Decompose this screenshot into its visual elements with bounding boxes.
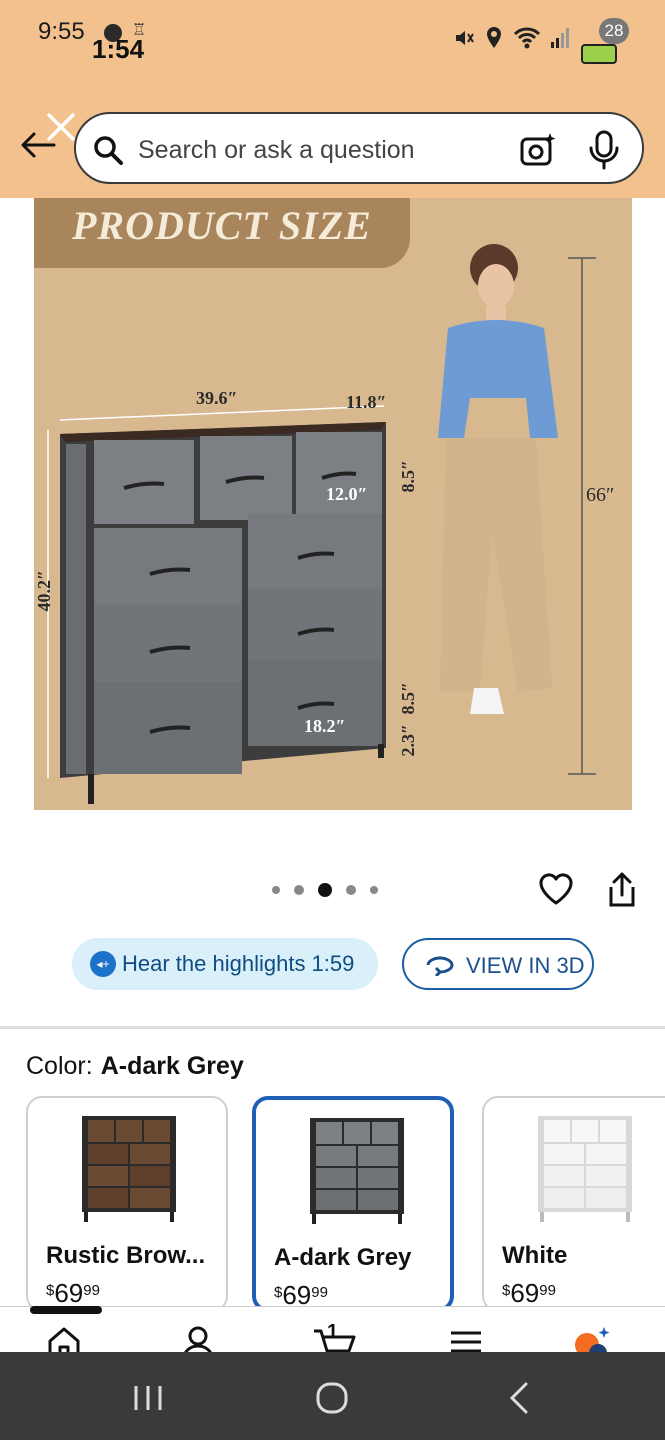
- close-icon[interactable]: [44, 110, 78, 144]
- color-selector-label: Color: A-dark Grey: [26, 1052, 244, 1081]
- overlay-clock: 1:54: [92, 34, 145, 64]
- section-divider: [0, 1026, 665, 1029]
- carousel-dot[interactable]: [294, 885, 304, 895]
- price-fraction: 99: [539, 1282, 556, 1299]
- view-in-3d-button[interactable]: VIEW IN 3D: [402, 938, 594, 990]
- price-whole: 69: [510, 1278, 540, 1308]
- carousel-dot[interactable]: [370, 886, 378, 894]
- color-option-name: Rustic Brow...: [46, 1242, 206, 1269]
- dim-large-drawer-width: 18.2″: [304, 716, 346, 736]
- camera-search-icon[interactable]: [520, 132, 556, 168]
- battery-body: [581, 44, 617, 64]
- price-currency: $: [274, 1284, 283, 1301]
- carousel-dot[interactable]: [346, 885, 356, 895]
- color-option-white[interactable]: White $6999: [482, 1096, 665, 1312]
- price-currency: $: [46, 1282, 55, 1299]
- system-nav-bar: [0, 1352, 665, 1440]
- search-input[interactable]: Search or ask a question: [74, 112, 644, 184]
- color-option-dark-grey[interactable]: A-dark Grey $6999: [252, 1096, 454, 1312]
- search-placeholder: Search or ask a question: [138, 136, 415, 164]
- cart-count: 1: [327, 1321, 339, 1343]
- color-option-price: $6999: [46, 1278, 100, 1309]
- signal-icon: [551, 28, 569, 48]
- hear-highlights-label: Hear the highlights 1:59: [122, 951, 355, 976]
- hear-highlights-button[interactable]: ◂+ Hear the highlights 1:59: [72, 938, 378, 990]
- color-option-name: White: [502, 1242, 568, 1269]
- color-selected-value: A-dark Grey: [100, 1052, 244, 1080]
- battery-icon: 28: [581, 18, 629, 64]
- price-currency: $: [502, 1282, 511, 1299]
- header-band: 9:55 ♖ 1:54 28 Search or ask a question: [0, 0, 665, 198]
- price-fraction: 99: [83, 1282, 100, 1299]
- heart-icon[interactable]: [538, 872, 574, 906]
- price-whole: 69: [54, 1278, 84, 1308]
- dresser-thumbnail: [538, 1116, 632, 1222]
- dim-small-drawer-width: 12.0″: [326, 484, 368, 504]
- microphone-icon[interactable]: [588, 130, 620, 170]
- color-option-rustic-brown[interactable]: Rustic Brow... $6999: [26, 1096, 228, 1312]
- mute-icon: [456, 31, 474, 45]
- price-fraction: 99: [311, 1284, 328, 1301]
- dim-person-height: 66″: [586, 484, 615, 506]
- app-screen: 9:55 ♖ 1:54 28 Search or ask a question: [0, 0, 665, 1440]
- dresser-thumbnail: [82, 1116, 176, 1222]
- audio-icon: ◂+: [90, 951, 116, 977]
- rotate-3d-icon: [426, 956, 454, 976]
- dim-width: 39.6″: [196, 388, 238, 408]
- home-button-icon[interactable]: [310, 1380, 354, 1416]
- recent-apps-icon[interactable]: [126, 1380, 170, 1416]
- color-option-price: $6999: [502, 1278, 556, 1309]
- carousel-dot[interactable]: [272, 886, 280, 894]
- carousel-dots[interactable]: [272, 883, 378, 897]
- dim-small-drawer-height: 8.5″: [398, 460, 418, 493]
- view-in-3d-label: VIEW IN 3D: [466, 953, 585, 978]
- status-icons: 28: [453, 18, 629, 64]
- product-image[interactable]: PRODUCT SIZE 39.6″ 11.8″ 40.2″ 12.0″ 8.5…: [34, 198, 632, 810]
- dim-height: 40.2″: [34, 570, 54, 612]
- color-label-text: Color:: [26, 1052, 93, 1080]
- carousel-dot-active[interactable]: [318, 883, 332, 897]
- dim-leg-height: 2.3″: [398, 724, 418, 757]
- swatch-scroll-indicator: [30, 1306, 102, 1314]
- dresser-thumbnail: [310, 1118, 404, 1224]
- battery-level: 28: [599, 18, 629, 44]
- status-time: 9:55: [38, 18, 85, 45]
- share-icon[interactable]: [606, 872, 638, 908]
- color-option-name: A-dark Grey: [274, 1244, 412, 1271]
- dim-large-drawer-height: 8.5″: [398, 682, 418, 715]
- search-icon: [94, 136, 123, 165]
- dim-depth: 11.8″: [346, 392, 387, 412]
- back-button-icon[interactable]: [498, 1380, 542, 1416]
- wifi-icon: [513, 27, 541, 49]
- location-icon: [487, 27, 501, 48]
